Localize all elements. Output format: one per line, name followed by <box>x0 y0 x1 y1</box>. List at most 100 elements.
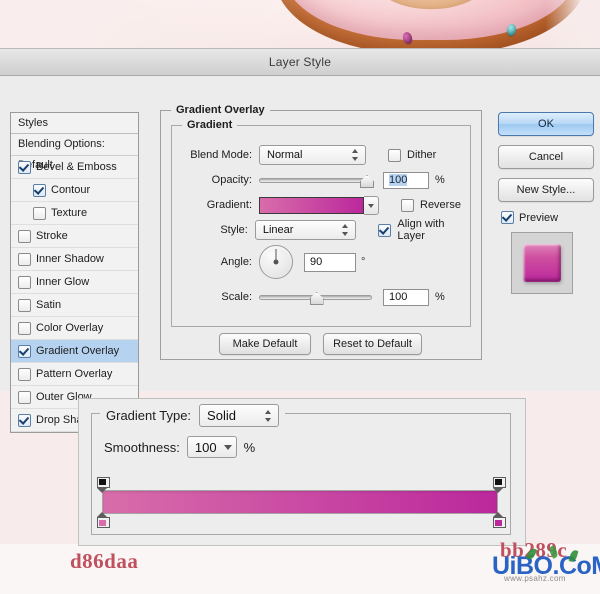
preview-swatch <box>511 232 573 294</box>
reverse-checkbox[interactable]: Reverse <box>401 198 461 212</box>
style-label: Style: <box>220 224 248 236</box>
style-toggle-checkbox[interactable] <box>18 413 31 427</box>
chevron-down-icon <box>223 444 232 450</box>
dialog-titlebar: Layer Style <box>0 49 600 76</box>
new-style-button[interactable]: New Style... <box>498 178 594 202</box>
style-toggle-checkbox[interactable] <box>18 298 31 312</box>
style-toggle-checkbox[interactable] <box>18 160 31 174</box>
opacity-input[interactable]: 100 <box>383 171 429 189</box>
gradient-type-label: Gradient Type: <box>106 408 192 423</box>
styles-rows: Bevel & Emboss Contour Texture Stroke Inner … <box>11 156 138 432</box>
blend-mode-row: Blend Mode: Normal Dither <box>172 144 470 166</box>
align-with-layer-checkbox-box <box>378 223 392 237</box>
gradient-subgroup-title: Gradient <box>182 119 238 131</box>
sidebar-item-label: Satin <box>36 299 62 311</box>
opacity-row: Opacity: 100 % <box>172 169 470 191</box>
gradient-swatch[interactable] <box>259 196 364 214</box>
sidebar-item-color-overlay[interactable]: Color Overlay <box>11 317 138 340</box>
style-toggle-checkbox[interactable] <box>18 367 31 381</box>
dither-label: Dither <box>407 149 437 161</box>
sidebar-item-label: Stroke <box>36 230 68 242</box>
sidebar-item-texture[interactable]: Texture <box>11 202 138 225</box>
opacity-stop-tip <box>493 488 503 493</box>
dither-checkbox[interactable]: Dither <box>388 148 437 162</box>
scale-input[interactable]: 100 <box>383 288 429 306</box>
style-toggle-checkbox[interactable] <box>33 206 46 220</box>
style-select[interactable]: Linear <box>254 220 357 240</box>
site-watermark: UiBO.CoM www.psahz.com <box>492 545 600 583</box>
scale-value: 100 <box>389 291 408 303</box>
style-toggle-checkbox[interactable] <box>18 275 31 289</box>
sidebar-item-blending-options[interactable]: Blending Options: Default <box>11 134 138 171</box>
opacity-stop[interactable] <box>96 477 110 493</box>
sidebar-item-inner-shadow[interactable]: Inner Shadow <box>11 248 138 271</box>
gradient-type-row: Gradient Type: Solid <box>100 404 286 427</box>
smoothness-unit: % <box>243 439 256 455</box>
opacity-stop[interactable] <box>492 477 506 493</box>
opacity-stop-tip <box>97 488 107 493</box>
style-toggle-checkbox[interactable] <box>18 344 31 358</box>
smoothness-select[interactable]: 100 <box>186 436 237 458</box>
gradient-row: Gradient: Reverse <box>172 194 470 216</box>
dialog-title: Layer Style <box>268 55 332 69</box>
smoothness-row: Smoothness: 100 % <box>104 436 255 458</box>
align-with-layer-checkbox[interactable]: Align with Layer <box>378 218 470 242</box>
style-toggle-checkbox[interactable] <box>18 252 31 266</box>
sidebar-item-gradient-overlay[interactable]: Gradient Overlay <box>11 340 138 363</box>
ok-button[interactable]: OK <box>498 112 594 136</box>
gradient-type-select[interactable]: Solid <box>199 404 280 427</box>
photo-fade-right <box>545 0 600 48</box>
blend-mode-label: Blend Mode: <box>190 149 252 161</box>
sidebar-item-label: Pattern Overlay <box>36 368 113 380</box>
opacity-slider[interactable] <box>259 173 374 188</box>
gradient-type-value: Solid <box>207 408 236 423</box>
gradient-ramp-area <box>96 477 506 528</box>
angle-input[interactable]: 90 <box>304 252 356 272</box>
opacity-slider-thumb[interactable] <box>360 175 374 188</box>
gradient-preset-dropdown[interactable] <box>364 195 379 215</box>
gradient-ramp[interactable] <box>102 490 498 514</box>
color-stop[interactable] <box>96 512 110 528</box>
sidebar-item-stroke[interactable]: Stroke <box>11 225 138 248</box>
angle-dial[interactable] <box>259 245 293 279</box>
opacity-stop-chip <box>98 479 106 485</box>
cancel-button[interactable]: Cancel <box>498 145 594 169</box>
blend-mode-select[interactable]: Normal <box>259 145 366 165</box>
angle-unit: ° <box>361 256 366 268</box>
color-stop[interactable] <box>492 512 506 528</box>
sidebar-item-contour[interactable]: Contour <box>11 179 138 202</box>
hex-caption-left: d86daa <box>70 549 139 573</box>
sidebar-item-label: Contour <box>51 184 91 196</box>
sidebar-item-label: Bevel & Emboss <box>36 161 117 173</box>
style-toggle-checkbox[interactable] <box>18 390 31 404</box>
gradient-editor-panel: Gradient Type: Solid Smoothness: 100 % <box>78 398 526 546</box>
styles-header[interactable]: Styles <box>11 113 138 134</box>
angle-value: 90 <box>310 256 323 268</box>
reset-to-default-button[interactable]: Reset to Default <box>323 333 422 355</box>
dialog-body: Styles Blending Options: Default Bevel &… <box>0 76 600 433</box>
style-toggle-checkbox[interactable] <box>18 229 31 243</box>
opacity-unit: % <box>435 174 445 186</box>
sidebar-item-pattern-overlay[interactable]: Pattern Overlay <box>11 363 138 386</box>
dialog-button-column: OK Cancel New Style... Preview <box>498 112 594 294</box>
scale-slider[interactable] <box>259 290 372 305</box>
style-toggle-checkbox[interactable] <box>33 183 46 197</box>
stepper-icon <box>352 149 359 161</box>
sidebar-item-label: Color Overlay <box>36 322 104 334</box>
preview-checkbox[interactable]: Preview <box>501 211 592 224</box>
sidebar-item-satin[interactable]: Satin <box>11 294 138 317</box>
blend-mode-value: Normal <box>267 149 303 161</box>
sidebar-item-inner-glow[interactable]: Inner Glow <box>11 271 138 294</box>
scale-row: Scale: 100 % <box>172 286 470 308</box>
scale-slider-thumb[interactable] <box>309 292 324 305</box>
angle-label: Angle: <box>220 256 252 268</box>
angle-row: Angle: 90 ° <box>172 244 470 280</box>
gradient-overlay-group: Gradient Overlay Gradient Blend Mode: No… <box>160 104 482 360</box>
color-stop-chip <box>98 520 106 526</box>
make-default-button[interactable]: Make Default <box>219 333 311 355</box>
layer-style-dialog: Layer Style Styles Blending Options: Def… <box>0 48 600 433</box>
preview-swatch-shape <box>523 244 561 282</box>
style-row: Style: Linear Align with Layer <box>172 218 470 242</box>
photo-fade-left <box>0 0 300 48</box>
style-toggle-checkbox[interactable] <box>18 321 31 335</box>
